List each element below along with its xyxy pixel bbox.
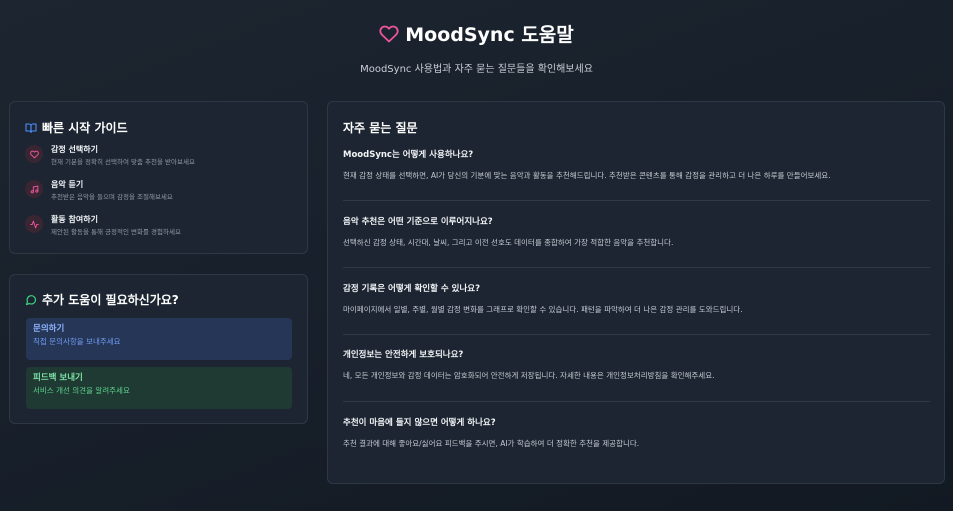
faq-item[interactable]: 개인정보는 안전하게 보호되나요? 네, 모든 개인정보와 감정 데이터는 암호…	[343, 350, 930, 381]
page-header: MoodSync 도움말 MoodSync 사용법과 자주 묻는 질문들을 확인…	[0, 20, 953, 75]
additional-help-card: 추가 도움이 필요하신가요? 문의하기 직접 문의사항을 보내주세요 피드백 보…	[9, 274, 308, 424]
faq-item[interactable]: 음악 추천은 어떤 기준으로 이루어지나요? 선택하신 감정 상태, 시간대, …	[343, 217, 930, 248]
page-subtitle: MoodSync 사용법과 자주 묻는 질문들을 확인해보세요	[360, 64, 593, 75]
help-title: 추가 도움이 필요하신가요?	[25, 291, 179, 308]
faq-divider	[343, 267, 930, 268]
faq-question: 감정 기록은 어떻게 확인할 수 있나요?	[343, 284, 481, 294]
contact-button[interactable]: 문의하기 직접 문의사항을 보내주세요	[26, 318, 292, 360]
faq-question: 추천이 마음에 들지 않으면 어떻게 하나요?	[343, 418, 496, 428]
book-icon	[25, 122, 37, 133]
feedback-button-title: 피드백 보내기	[33, 373, 83, 383]
faq-answer: 추천 결과에 대해 좋아요/싫어요 피드백을 주시면, AI가 학습하여 더 정…	[343, 439, 640, 448]
guide-item-emotion: 감정 선택하기 현재 기분을 정확히 선택하여 맞춤 추천을 받아보세요	[25, 145, 195, 166]
chat-bubble-icon	[25, 294, 37, 305]
faq-question: 음악 추천은 어떤 기준으로 이루어지나요?	[343, 217, 493, 227]
faq-answer: 네, 모든 개인정보와 감정 데이터는 암호화되어 안전하게 저장됩니다. 자세…	[343, 371, 715, 380]
music-icon	[30, 185, 38, 193]
faq-item[interactable]: 추천이 마음에 들지 않으면 어떻게 하나요? 추천 결과에 대해 좋아요/싫어…	[343, 418, 930, 449]
faq-divider	[343, 401, 930, 402]
faq-divider	[343, 334, 930, 335]
guide-item-desc: 제안된 활동을 통해 긍정적인 변화를 경험하세요	[51, 228, 181, 236]
guide-item-music: 음악 듣기 추천받은 음악을 들으며 감정을 조절해보세요	[25, 180, 173, 201]
guide-item-title: 음악 듣기	[51, 180, 84, 189]
activity-icon	[29, 220, 39, 228]
heart-icon	[379, 25, 399, 42]
faq-divider	[343, 200, 930, 201]
contact-button-title: 문의하기	[33, 324, 65, 334]
faq-card: 자주 묻는 질문 MoodSync는 어떻게 사용하나요? 현재 감정 상태를 …	[327, 101, 945, 484]
guide-title: 빠른 시작 가이드	[25, 119, 128, 136]
guide-item-icon-wrap	[25, 145, 43, 163]
heart-icon	[29, 150, 39, 158]
contact-button-desc: 직접 문의사항을 보내주세요	[33, 337, 121, 346]
faq-answer: 현재 감정 상태를 선택하면, AI가 당신의 기분에 맞는 음악과 활동을 추…	[343, 171, 831, 180]
faq-answer: 선택하신 감정 상태, 시간대, 날씨, 그리고 이전 선호도 데이터를 종합하…	[343, 238, 674, 247]
guide-title-text: 빠른 시작 가이드	[42, 121, 128, 135]
faq-answer: 마이페이지에서 일별, 주별, 월별 감정 변화를 그래프로 확인할 수 있습니…	[343, 305, 743, 314]
page-title: MoodSync 도움말	[0, 20, 953, 47]
guide-item-activity: 활동 참여하기 제안된 활동을 통해 긍정적인 변화를 경험하세요	[25, 215, 181, 236]
guide-item-title: 활동 참여하기	[51, 215, 98, 224]
guide-item-icon-wrap	[25, 180, 43, 198]
feedback-button[interactable]: 피드백 보내기 서비스 개선 의견을 알려주세요	[26, 367, 292, 409]
guide-item-desc: 추천받은 음악을 들으며 감정을 조절해보세요	[51, 193, 173, 201]
faq-question: 개인정보는 안전하게 보호되나요?	[343, 350, 464, 360]
help-title-text: 추가 도움이 필요하신가요?	[42, 293, 179, 307]
feedback-button-desc: 서비스 개선 의견을 알려주세요	[33, 386, 130, 395]
guide-item-icon-wrap	[25, 215, 43, 233]
guide-item-desc: 현재 기분을 정확히 선택하여 맞춤 추천을 받아보세요	[51, 158, 195, 166]
page-title-text: MoodSync 도움말	[405, 24, 574, 46]
guide-item-title: 감정 선택하기	[51, 145, 98, 154]
faq-question: MoodSync는 어떻게 사용하나요?	[343, 150, 474, 160]
faq-title: 자주 묻는 질문	[343, 121, 418, 135]
faq-item[interactable]: 감정 기록은 어떻게 확인할 수 있나요? 마이페이지에서 일별, 주별, 월별…	[343, 284, 930, 315]
faq-item[interactable]: MoodSync는 어떻게 사용하나요? 현재 감정 상태를 선택하면, AI가…	[343, 150, 930, 181]
quick-start-guide-card: 빠른 시작 가이드 감정 선택하기 현재 기분을 정확히 선택하여 맞춤 추천을…	[9, 101, 308, 254]
